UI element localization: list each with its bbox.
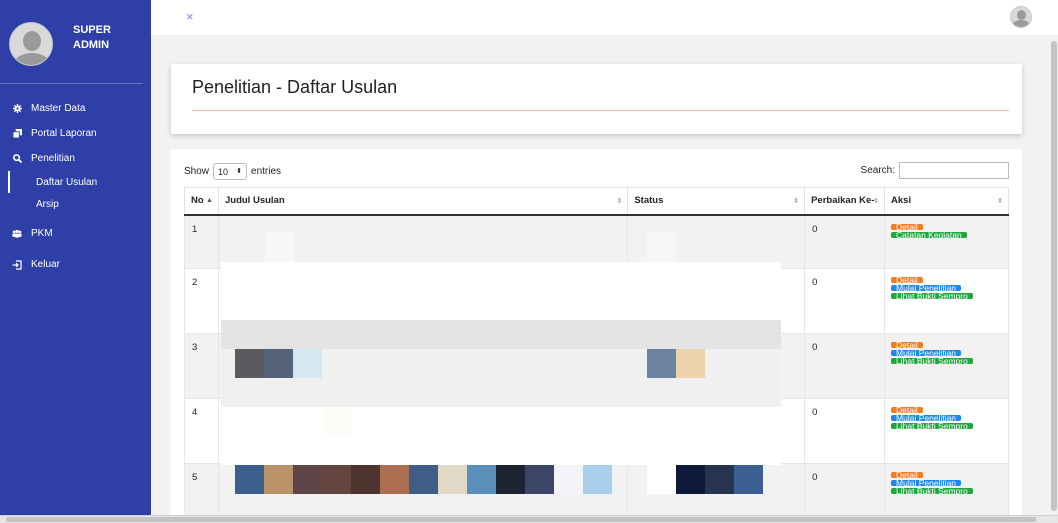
entries-select[interactable]: 10 ⬍ xyxy=(213,163,248,180)
column-header-judul[interactable]: Judul Usulan ⬍ xyxy=(217,187,629,216)
search-input[interactable] xyxy=(899,162,1009,179)
entries-value: 10 xyxy=(218,166,229,177)
cell-perbaikan: 0 xyxy=(804,268,886,334)
column-header-status[interactable]: Status ⬍ xyxy=(627,187,806,216)
cell-no: 3 xyxy=(184,333,219,399)
entries-control: Show 10 ⬍ entries xyxy=(184,163,281,180)
sort-icon: ⬍ xyxy=(793,198,800,205)
sidebar-item-portal-laporan[interactable]: Portal Laporan xyxy=(0,121,151,146)
divider xyxy=(192,110,1009,111)
cell-perbaikan: 0 xyxy=(804,398,886,464)
select-arrows-icon: ⬍ xyxy=(236,167,243,175)
user-avatar-button[interactable] xyxy=(1010,6,1032,28)
detail-button[interactable]: Detail xyxy=(891,222,923,231)
close-icon[interactable]: × xyxy=(186,9,194,24)
sign-out-icon xyxy=(12,259,22,270)
lihat-bukti-sempro-button[interactable]: Lihat Bukti Sempro xyxy=(891,292,973,300)
sidebar-subitem-daftar-usulan[interactable]: Daftar Usulan xyxy=(8,171,151,193)
sidebar-item-label: Penelitian xyxy=(31,153,75,164)
lihat-bukti-sempro-button[interactable]: Lihat Bukti Sempro xyxy=(891,357,973,365)
sidebar-item-label: Master Data xyxy=(31,103,86,114)
table-row: 1 0 Detail Catatan Kegiatan xyxy=(184,214,1009,269)
sidebar-item-label: Keluar xyxy=(31,259,60,270)
user-profile: SUPER ADMIN xyxy=(0,0,143,84)
column-header-no[interactable]: No ▲ xyxy=(184,187,219,216)
cell-aksi: Detail Mulai Penelitian Lihat Bukti Semp… xyxy=(884,268,1009,334)
sidebar-item-pkm[interactable]: PKM xyxy=(0,221,151,246)
gear-icon xyxy=(12,104,22,114)
table-header-row: No ▲ Judul Usulan ⬍ Status ⬍ Perbaikan Ke- ⬍… xyxy=(184,187,1009,216)
sidebar-subitem-arsip[interactable]: Arsip xyxy=(8,193,151,215)
sidebar-item-label: Portal Laporan xyxy=(31,128,97,139)
cell-aksi: Detail Mulai Penelitian Lihat Bukti Semp… xyxy=(884,398,1009,464)
cell-aksi: Detail Catatan Kegiatan xyxy=(884,214,1009,269)
column-header-perbaikan[interactable]: Perbaikan Ke- ⬍ xyxy=(804,187,886,216)
show-label: Show xyxy=(184,166,210,177)
lihat-bukti-sempro-button[interactable]: Lihat Bukti Sempro xyxy=(891,422,973,430)
vertical-scrollbar[interactable] xyxy=(1050,35,1058,515)
column-header-aksi[interactable]: Aksi ⬍ xyxy=(884,187,1009,216)
entries-label: entries xyxy=(251,166,282,177)
users-icon xyxy=(12,229,22,239)
cell-perbaikan: 0 xyxy=(804,214,886,269)
sort-icon: ⬍ xyxy=(616,198,623,205)
sidebar-item-keluar[interactable]: Keluar xyxy=(0,252,151,277)
sidebar-item-label: PKM xyxy=(31,228,53,239)
topbar: × xyxy=(151,0,1058,35)
catatan-kegiatan-button[interactable]: Catatan Kegiatan xyxy=(891,230,967,239)
cell-no: 1 xyxy=(184,214,219,269)
cell-no: 2 xyxy=(184,268,219,334)
sidebar-item-penelitian[interactable]: Penelitian xyxy=(0,146,151,171)
sort-icon: ⬍ xyxy=(873,198,880,205)
sort-icon: ⬍ xyxy=(997,198,1003,205)
cell-perbaikan: 0 xyxy=(804,333,886,399)
lihat-bukti-sempro-button[interactable]: Lihat Bukti Sempro xyxy=(891,487,973,495)
user-name: SUPER ADMIN xyxy=(73,24,111,51)
search-icon xyxy=(12,154,22,164)
page-title: Penelitian - Daftar Usulan xyxy=(192,77,398,97)
sidebar: SUPER ADMIN Master Data Portal Laporan P… xyxy=(0,0,151,523)
sort-asc-icon: ▲ xyxy=(206,197,213,204)
cell-no: 4 xyxy=(184,398,219,464)
sidebar-item-master-data[interactable]: Master Data xyxy=(0,96,151,121)
avatar xyxy=(9,22,53,66)
page-header-card: Penelitian - Daftar Usulan xyxy=(171,64,1022,134)
search-control: Search: xyxy=(861,162,1009,179)
search-label: Search: xyxy=(860,165,895,176)
copy-icon xyxy=(12,129,22,139)
cell-aksi: Detail Mulai Penelitian Lihat Bukti Semp… xyxy=(884,333,1009,399)
horizontal-scrollbar[interactable] xyxy=(0,515,1058,523)
